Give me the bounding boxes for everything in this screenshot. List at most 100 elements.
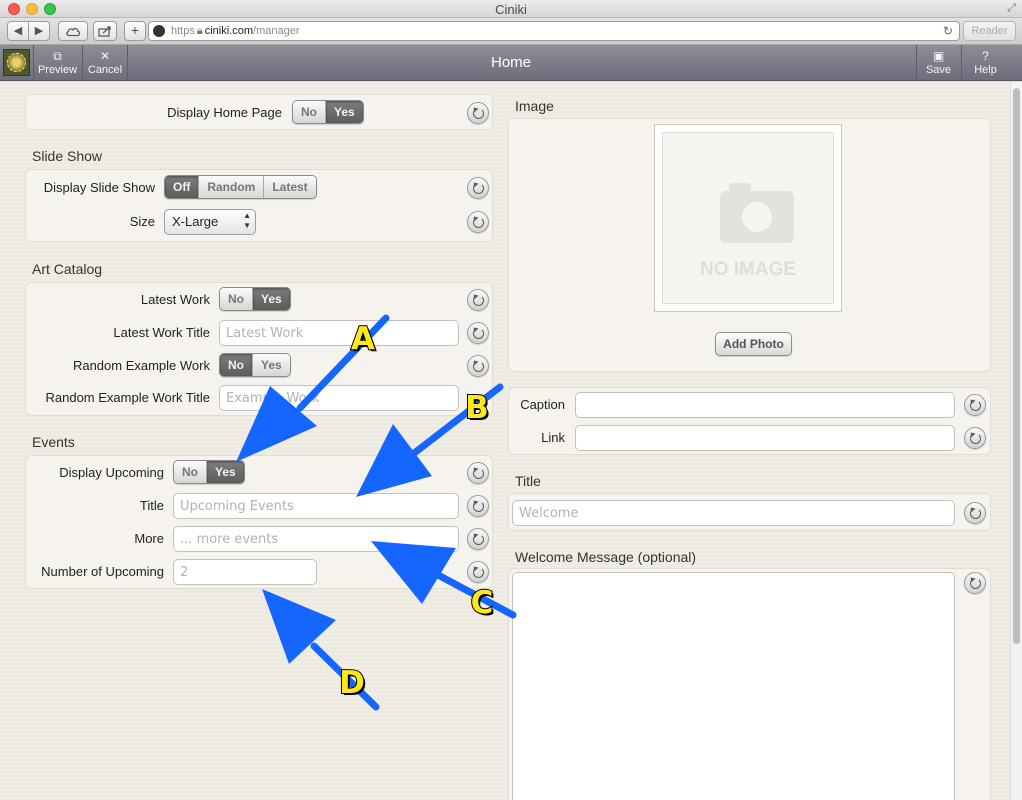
callout-b: B xyxy=(464,389,490,427)
save-button[interactable]: ▣ Save xyxy=(916,45,960,81)
logo-emblem-icon xyxy=(7,53,26,72)
back-button[interactable]: ◀ xyxy=(7,21,29,41)
back-arrow-icon: ◀ xyxy=(13,25,23,37)
revert-more-button[interactable] xyxy=(467,528,489,550)
welcome-title-input[interactable] xyxy=(512,500,955,526)
size-label: Size xyxy=(129,214,155,229)
events-title-input[interactable] xyxy=(173,493,459,519)
lock-icon: 🔒︎ xyxy=(196,25,203,37)
help-label: Help xyxy=(974,64,997,76)
reader-button[interactable]: Reader xyxy=(963,21,1016,41)
slideshow-option-off[interactable]: Off xyxy=(165,176,199,198)
url-scheme: https xyxy=(171,25,195,37)
slideshow-option-latest[interactable]: Latest xyxy=(263,176,316,198)
revert-size-button[interactable] xyxy=(467,211,489,233)
select-arrows-icon: ▲ ▼ xyxy=(243,211,251,230)
image-heading: Image xyxy=(515,98,554,114)
scrollbar-thumb[interactable] xyxy=(1013,88,1020,644)
display-upcoming-toggle[interactable]: No Yes xyxy=(173,460,245,484)
art-catalog-heading: Art Catalog xyxy=(32,261,103,277)
close-icon: ✕ xyxy=(99,49,111,63)
no-image-text: NO IMAGE xyxy=(699,259,797,280)
revert-number-of-upcoming-button[interactable] xyxy=(467,561,489,583)
display-home-page-toggle[interactable]: No Yes xyxy=(292,100,364,124)
camera-icon xyxy=(720,183,794,243)
more-events-input[interactable] xyxy=(173,526,459,552)
new-tab-button[interactable]: + xyxy=(124,21,146,41)
size-select[interactable]: X-Large ▲ ▼ xyxy=(164,209,256,235)
display-slide-show-toggle[interactable]: Off Random Latest xyxy=(164,175,317,199)
fullscreen-icon[interactable]: ⤢ xyxy=(1007,2,1016,15)
cancel-button[interactable]: ✕ Cancel xyxy=(82,45,128,81)
slideshow-option-random[interactable]: Random xyxy=(198,176,264,198)
events-heading: Events xyxy=(32,434,75,450)
help-button[interactable]: ? Help xyxy=(961,45,1009,81)
window-titlebar: Ciniki ⤢ xyxy=(0,0,1022,18)
revert-link-button[interactable] xyxy=(964,427,986,449)
caption-label: Caption xyxy=(520,397,565,412)
revert-events-title-button[interactable] xyxy=(467,495,489,517)
floppy-disk-icon: ▣ xyxy=(932,49,945,63)
link-label: Link xyxy=(541,430,565,445)
revert-title-button[interactable] xyxy=(964,502,986,524)
icloud-tabs-button[interactable] xyxy=(58,21,88,41)
more-label: More xyxy=(134,531,164,546)
page-scrollbar[interactable] xyxy=(1010,82,1022,800)
revert-display-slide-show-button[interactable] xyxy=(467,177,489,199)
random-option-yes[interactable]: Yes xyxy=(252,354,290,376)
forward-button[interactable]: ▶ xyxy=(28,21,50,41)
preview-label: Preview xyxy=(37,64,78,76)
display-home-page-label: Display Home Page xyxy=(167,105,282,120)
random-option-no[interactable]: No xyxy=(220,354,252,376)
display-slide-show-label: Display Slide Show xyxy=(43,180,155,195)
add-photo-button[interactable]: Add Photo xyxy=(715,332,792,356)
latest-work-toggle[interactable]: No Yes xyxy=(219,287,291,311)
caption-input[interactable] xyxy=(575,392,955,418)
cancel-label: Cancel xyxy=(87,64,123,76)
revert-latest-work-title-button[interactable] xyxy=(467,322,489,344)
question-mark-icon: ? xyxy=(982,49,989,63)
slide-show-heading: Slide Show xyxy=(32,148,103,164)
url-host: ciniki.com xyxy=(204,25,254,37)
window-title: Ciniki xyxy=(495,2,527,17)
app-header: ⧉ Preview ✕ Cancel Home ▣ Save ? Help xyxy=(0,45,1022,81)
welcome-message-textarea[interactable] xyxy=(512,572,955,800)
latest-work-title-input[interactable] xyxy=(219,320,459,346)
display-upcoming-label: Display Upcoming xyxy=(59,465,164,480)
home-option-no[interactable]: No xyxy=(293,101,325,123)
preview-button[interactable]: ⧉ Preview xyxy=(33,45,81,81)
latest-work-title-label: Latest Work Title xyxy=(113,325,210,340)
revert-welcome-message-button[interactable] xyxy=(964,572,986,594)
image-placeholder: NO IMAGE xyxy=(662,132,834,304)
revert-caption-button[interactable] xyxy=(964,394,986,416)
upcoming-option-yes[interactable]: Yes xyxy=(206,461,244,483)
revert-display-upcoming-button[interactable] xyxy=(467,462,489,484)
random-example-work-toggle[interactable]: No Yes xyxy=(219,353,291,377)
reload-icon[interactable]: ↻ xyxy=(943,22,953,40)
external-link-icon: ⧉ xyxy=(53,49,62,63)
share-button[interactable] xyxy=(93,21,117,41)
browser-toolbar: ◀ ▶ + https 🔒︎ ciniki.com/manager ↻ Reader xyxy=(0,18,1022,45)
welcome-message-heading: Welcome Message (optional) xyxy=(515,549,697,565)
number-of-upcoming-label: Number of Upcoming xyxy=(41,564,164,579)
site-favicon-icon xyxy=(153,25,165,37)
site-logo[interactable] xyxy=(3,49,30,76)
url-path: /manager xyxy=(253,25,300,37)
address-bar[interactable]: https 🔒︎ ciniki.com/manager ↻ xyxy=(148,21,960,41)
revert-random-example-work-button[interactable] xyxy=(467,355,489,377)
upcoming-option-no[interactable]: No xyxy=(174,461,206,483)
share-icon xyxy=(98,26,111,37)
random-example-work-label: Random Example Work xyxy=(72,358,210,373)
page-title: Home xyxy=(490,54,531,71)
image-preview[interactable]: NO IMAGE xyxy=(654,124,842,312)
revert-latest-work-button[interactable] xyxy=(467,289,489,311)
latest-work-option-no[interactable]: No xyxy=(220,288,252,310)
home-option-yes[interactable]: Yes xyxy=(325,101,363,123)
cloud-icon xyxy=(66,27,81,37)
revert-display-home-page-button[interactable] xyxy=(467,102,489,124)
number-of-upcoming-input[interactable] xyxy=(173,559,317,585)
latest-work-option-yes[interactable]: Yes xyxy=(252,288,290,310)
plus-icon: + xyxy=(130,22,140,38)
link-input[interactable] xyxy=(575,425,955,451)
random-example-work-title-input[interactable] xyxy=(219,385,459,411)
